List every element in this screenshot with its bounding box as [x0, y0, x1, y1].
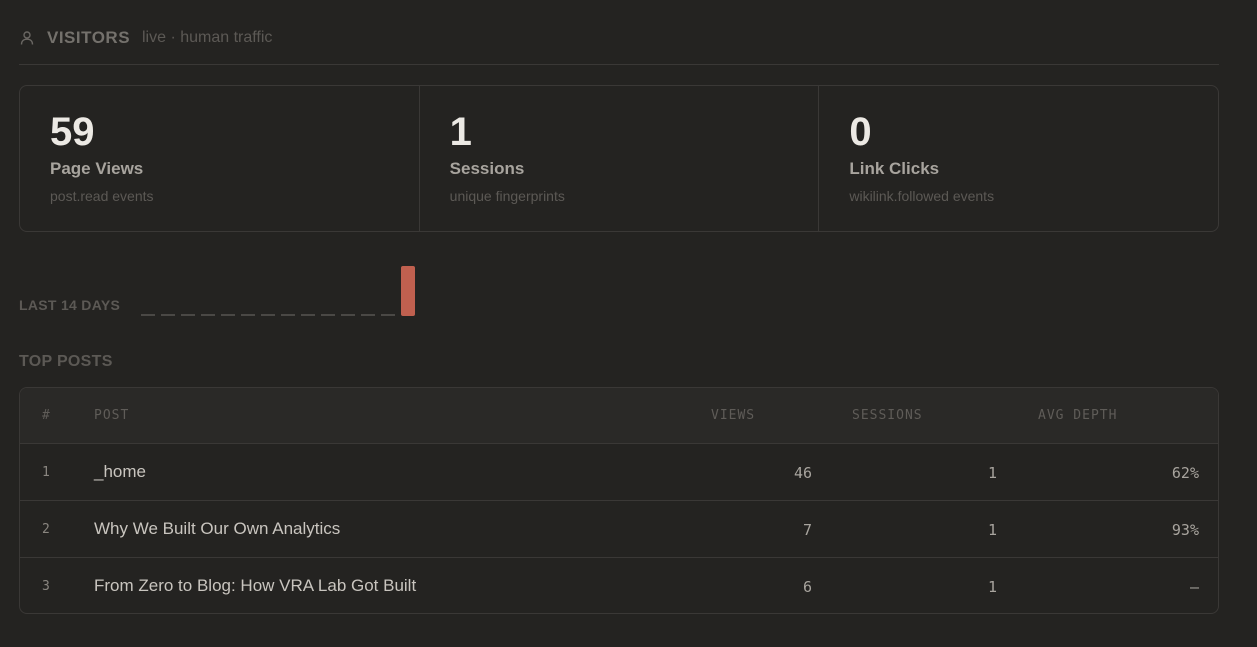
sparkline-bar	[221, 314, 235, 316]
visitors-header: VISITORS live · human traffic	[19, 27, 1219, 65]
sparkline-bar	[261, 314, 275, 316]
visitors-dashboard: VISITORS live · human traffic 59 Page Vi…	[0, 0, 1257, 647]
stat-label: Page Views	[50, 159, 144, 178]
daily-views-sparkline	[141, 266, 415, 316]
top-posts-title: TOP POSTS	[19, 353, 113, 370]
row-rank: 2	[42, 522, 50, 537]
stat-value: 1	[449, 110, 472, 154]
user-icon	[20, 31, 34, 45]
stat-description: unique fingerprints	[449, 188, 565, 204]
post-title-link[interactable]: Why We Built Our Own Analytics	[94, 519, 340, 539]
stat-label: Link Clicks	[849, 159, 940, 178]
sparkline-bar	[161, 314, 175, 316]
stat-card-sessions: 1 Sessions unique fingerprints	[420, 86, 820, 231]
table-row[interactable]: 3 From Zero to Blog: How VRA Lab Got Bui…	[20, 558, 1218, 613]
row-sessions: 1	[987, 521, 997, 539]
stat-description: wikilink.followed events	[849, 188, 995, 204]
row-views: 46	[793, 464, 812, 482]
sparkline-bar	[381, 314, 395, 316]
sparkline-label: LAST 14 DAYS	[19, 297, 121, 313]
stats-panel: 59 Page Views post.read events 1 Session…	[19, 85, 1219, 232]
stat-value: 59	[50, 110, 95, 154]
stat-description: post.read events	[50, 188, 154, 204]
row-views: 7	[802, 521, 812, 539]
column-header-avg-depth: AVG DEPTH	[1038, 408, 1118, 423]
sparkline-bar	[361, 314, 375, 316]
row-rank: 3	[42, 579, 50, 594]
sparkline-bar	[141, 314, 155, 316]
column-header-post: POST	[94, 408, 130, 423]
table-header: # POST VIEWS SESSIONS AVG DEPTH	[20, 388, 1218, 444]
post-title-link[interactable]: From Zero to Blog: How VRA Lab Got Built	[94, 576, 416, 596]
row-avg-depth: –	[1189, 578, 1199, 596]
row-avg-depth: 93%	[1171, 521, 1199, 539]
row-rank: 1	[42, 465, 50, 480]
row-sessions: 1	[987, 464, 997, 482]
sparkline-bar	[401, 266, 415, 316]
table-row[interactable]: 1 _home 46 1 62%	[20, 444, 1218, 501]
sparkline-bar	[301, 314, 315, 316]
column-header-views: VIEWS	[711, 408, 756, 423]
sparkline-bar	[201, 314, 215, 316]
table-row[interactable]: 2 Why We Built Our Own Analytics 7 1 93%	[20, 501, 1218, 558]
sparkline-bar	[321, 314, 335, 316]
column-header-rank: #	[42, 408, 51, 423]
stat-card-page-views: 59 Page Views post.read events	[20, 86, 420, 231]
stat-card-link-clicks: 0 Link Clicks wikilink.followed events	[819, 86, 1218, 231]
stat-value: 0	[849, 110, 872, 154]
stat-label: Sessions	[449, 159, 525, 178]
top-posts-table: # POST VIEWS SESSIONS AVG DEPTH 1 _home …	[19, 387, 1219, 614]
sparkline-bar	[341, 314, 355, 316]
sparkline-bar	[281, 314, 295, 316]
sparkline-bar	[181, 314, 195, 316]
visitors-title: VISITORS	[47, 28, 131, 47]
visitors-subtitle: live · human traffic	[142, 29, 273, 46]
column-header-sessions: SESSIONS	[852, 408, 923, 423]
row-avg-depth: 62%	[1171, 464, 1199, 482]
row-sessions: 1	[987, 578, 997, 596]
sparkline-bar	[241, 314, 255, 316]
row-views: 6	[802, 578, 812, 596]
post-title-link[interactable]: _home	[94, 462, 146, 482]
